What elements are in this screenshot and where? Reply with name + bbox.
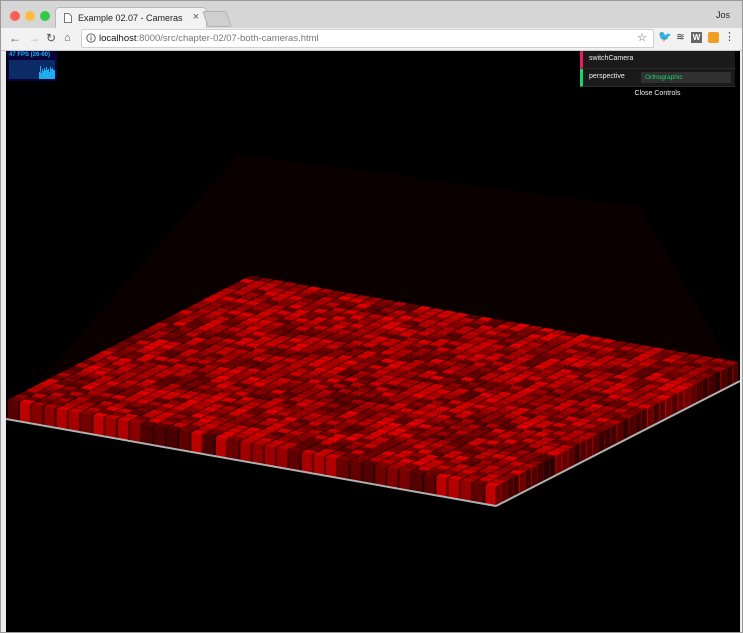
perspective-field[interactable]: Orthographic (641, 72, 731, 83)
home-icon[interactable]: ⌂ (64, 30, 71, 46)
perspective-control: perspective Orthographic (580, 69, 735, 87)
zoom-window-button[interactable] (40, 11, 50, 21)
fps-counter: 47 FPS (26-60) (9, 52, 51, 58)
twitter-extension-icon[interactable]: 🐦 (658, 32, 672, 43)
back-icon[interactable]: ← (9, 30, 21, 46)
close-window-button[interactable] (10, 11, 20, 21)
switch-camera-label: switchCamera (589, 55, 634, 62)
tab-strip: Example 02.07 - Cameras × Jos (1, 1, 742, 30)
url-path: :8000/src/chapter-02/07-both-cameras.htm… (136, 33, 319, 44)
perspective-label: perspective (589, 73, 625, 80)
menu-icon[interactable]: ⋮ (724, 32, 735, 43)
tab-close-icon[interactable]: × (193, 11, 199, 23)
fps-graph (9, 60, 55, 79)
url-host: localhost (99, 33, 137, 44)
webgl-canvas[interactable] (6, 51, 740, 632)
url-text: localhost:8000/src/chapter-02/07-both-ca… (99, 33, 319, 44)
w-extension-icon[interactable]: W (691, 32, 702, 43)
controls-panel: switchCamera perspective Orthographic Cl… (580, 51, 735, 101)
browser-window: Example 02.07 - Cameras × Jos ← → ↻ ⌂ lo… (0, 0, 743, 633)
orange-extension-icon[interactable] (708, 32, 719, 43)
reload-icon[interactable]: ↻ (46, 30, 56, 46)
bookmark-star-icon[interactable]: ☆ (637, 31, 647, 44)
info-icon[interactable] (86, 33, 96, 43)
minimize-window-button[interactable] (25, 11, 35, 21)
perspective-value: Orthographic (645, 74, 683, 81)
address-bar[interactable]: localhost:8000/src/chapter-02/07-both-ca… (81, 29, 654, 48)
stats-panel[interactable]: 47 FPS (26-60) (7, 51, 57, 81)
close-controls-button[interactable]: Close Controls (580, 87, 735, 101)
page-viewport[interactable]: 47 FPS (26-60) switchCamera perspective … (6, 51, 740, 632)
layers-extension-icon[interactable]: ≋ (675, 32, 686, 43)
tab-title: Example 02.07 - Cameras (78, 13, 183, 23)
profile-name[interactable]: Jos (716, 10, 730, 20)
new-tab-button[interactable] (202, 11, 232, 27)
page-icon (64, 13, 72, 23)
toolbar: ← → ↻ ⌂ localhost:8000/src/chapter-02/07… (1, 28, 742, 51)
tab-active[interactable]: Example 02.07 - Cameras × (55, 7, 207, 30)
forward-icon[interactable]: → (28, 30, 40, 46)
switch-camera-button[interactable]: switchCamera (580, 51, 735, 69)
